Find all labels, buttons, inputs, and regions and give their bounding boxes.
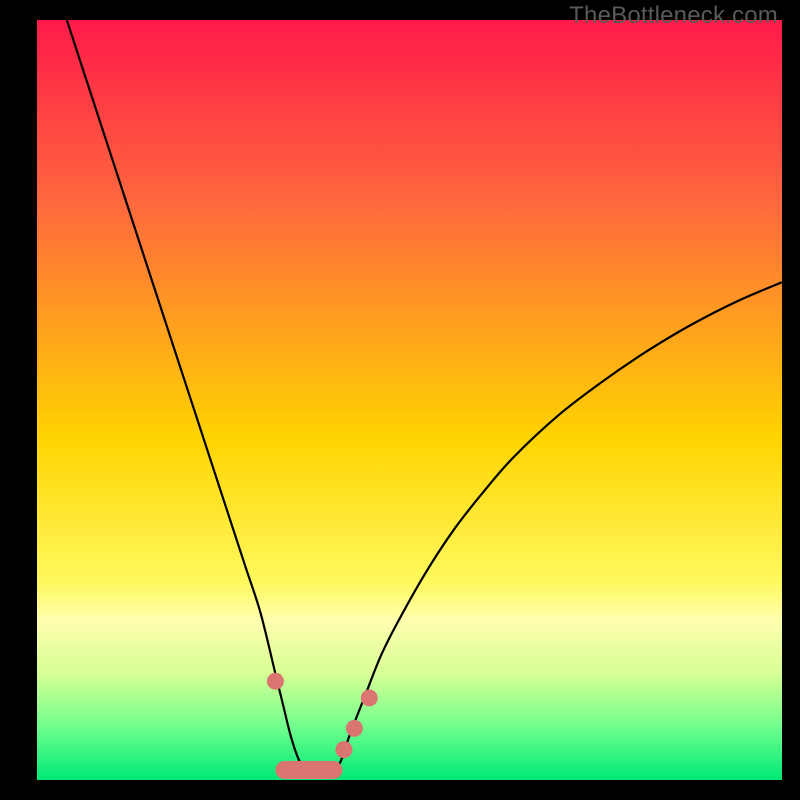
- floor-bar: [275, 761, 342, 779]
- highlight-dot: [346, 720, 363, 737]
- watermark-text: TheBottleneck.com: [569, 2, 778, 30]
- highlight-dot: [335, 741, 352, 758]
- chart-overlay: [37, 20, 782, 780]
- chart-frame: TheBottleneck.com: [0, 0, 800, 800]
- highlight-dot: [267, 673, 284, 690]
- highlight-dot: [361, 689, 378, 706]
- highlight-dots: [267, 673, 378, 758]
- bottleneck-curve: [67, 20, 782, 776]
